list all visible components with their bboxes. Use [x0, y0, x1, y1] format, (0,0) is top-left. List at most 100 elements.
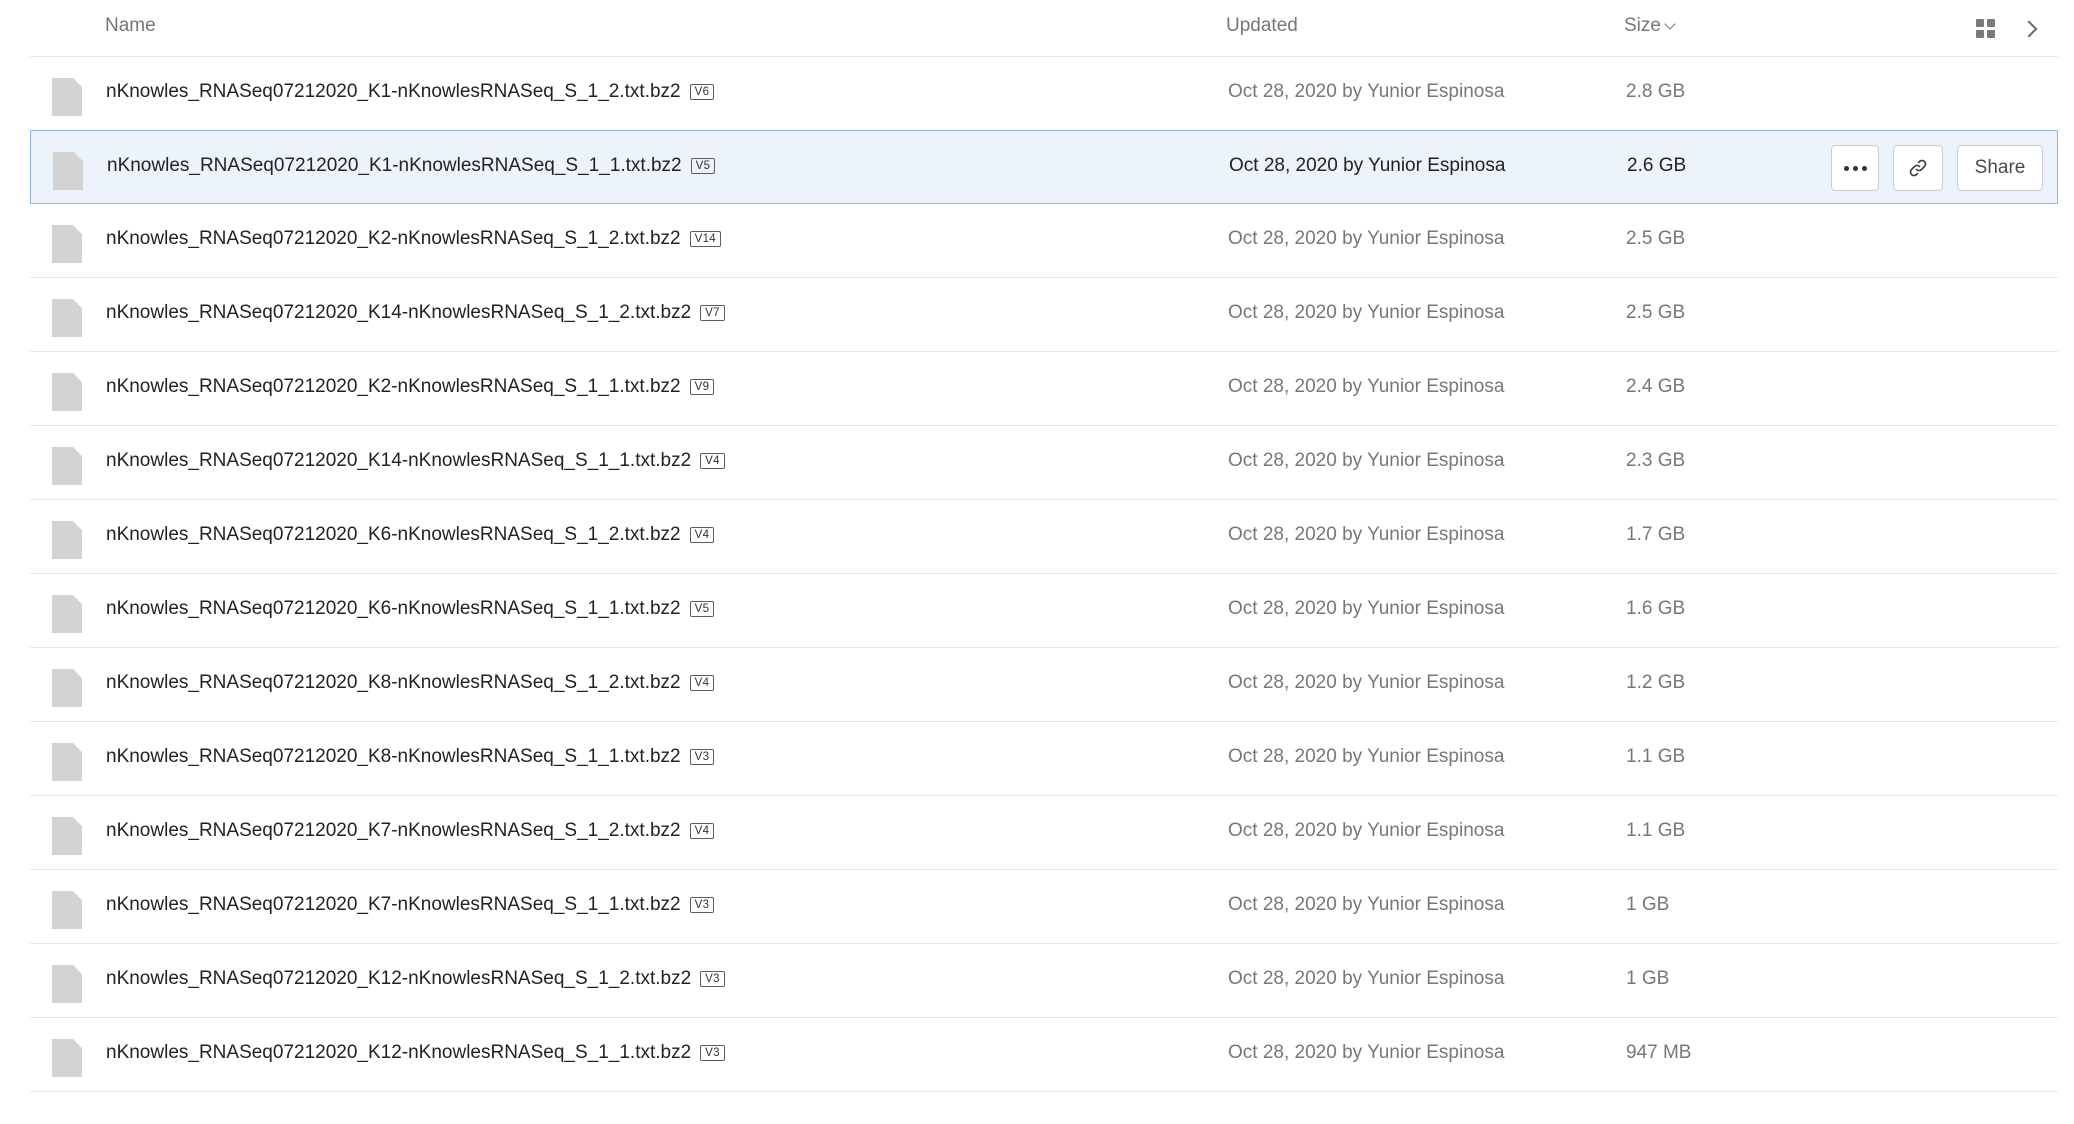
shared-link-button[interactable] — [1893, 145, 1943, 191]
table-row[interactable]: nKnowles_RNASeq07212020_K1-nKnowlesRNASe… — [30, 130, 2058, 204]
updated-text: Oct 28, 2020 by Yunior Espinosa — [1228, 598, 1505, 619]
table-row[interactable]: nKnowles_RNASeq07212020_K14-nKnowlesRNAS… — [30, 278, 2058, 352]
file-name: nKnowles_RNASeq07212020_K12-nKnowlesRNAS… — [106, 968, 692, 989]
updated-text: Oct 28, 2020 by Yunior Espinosa — [1228, 894, 1505, 915]
table-row[interactable]: nKnowles_RNASeq07212020_K8-nKnowlesRNASe… — [30, 648, 2058, 722]
file-name-link[interactable]: nKnowles_RNASeq07212020_K12-nKnowlesRNAS… — [106, 1042, 725, 1064]
version-badge[interactable]: V4 — [689, 675, 715, 691]
size-text: 2.3 GB — [1626, 450, 1686, 471]
version-badge[interactable]: V7 — [700, 305, 725, 321]
updated-text: Oct 28, 2020 by Yunior Espinosa — [1228, 228, 1505, 249]
column-header-size-label: Size — [1624, 15, 1661, 36]
size-text: 2.8 GB — [1626, 81, 1686, 102]
file-icon — [52, 669, 82, 707]
size-text: 947 MB — [1626, 1042, 1692, 1063]
updated-text: Oct 28, 2020 by Yunior Espinosa — [1228, 450, 1505, 471]
file-name: nKnowles_RNASeq07212020_K2-nKnowlesRNASe… — [106, 376, 681, 397]
file-name: nKnowles_RNASeq07212020_K2-nKnowlesRNASe… — [106, 228, 681, 249]
file-name-link[interactable]: nKnowles_RNASeq07212020_K1-nKnowlesRNASe… — [107, 155, 716, 177]
table-row[interactable]: nKnowles_RNASeq07212020_K2-nKnowlesRNASe… — [30, 204, 2058, 278]
size-text: 1.1 GB — [1626, 820, 1686, 841]
file-icon — [52, 78, 82, 116]
size-text: 1.6 GB — [1626, 598, 1686, 619]
updated-text: Oct 28, 2020 by Yunior Espinosa — [1228, 81, 1505, 102]
file-name-link[interactable]: nKnowles_RNASeq07212020_K1-nKnowlesRNASe… — [106, 81, 715, 103]
table-row[interactable]: nKnowles_RNASeq07212020_K6-nKnowlesRNASe… — [30, 500, 2058, 574]
column-header-name[interactable]: Name — [105, 15, 156, 37]
file-name-link[interactable]: nKnowles_RNASeq07212020_K8-nKnowlesRNASe… — [106, 746, 715, 768]
column-header-size[interactable]: Size — [1624, 15, 1676, 37]
version-badge[interactable]: V4 — [689, 823, 715, 839]
more-options-icon — [1843, 165, 1867, 171]
file-name-link[interactable]: nKnowles_RNASeq07212020_K2-nKnowlesRNASe… — [106, 228, 721, 250]
more-options-button[interactable] — [1831, 145, 1879, 191]
size-text: 1.2 GB — [1626, 672, 1686, 693]
version-badge[interactable]: V3 — [700, 1045, 725, 1061]
file-name: nKnowles_RNASeq07212020_K6-nKnowlesRNASe… — [106, 524, 681, 545]
file-icon — [52, 965, 82, 1003]
file-icon — [52, 743, 82, 781]
table-row[interactable]: nKnowles_RNASeq07212020_K7-nKnowlesRNASe… — [30, 796, 2058, 870]
table-row[interactable]: nKnowles_RNASeq07212020_K7-nKnowlesRNASe… — [30, 870, 2058, 944]
updated-text: Oct 28, 2020 by Yunior Espinosa — [1228, 746, 1505, 767]
table-row[interactable]: nKnowles_RNASeq07212020_K14-nKnowlesRNAS… — [30, 426, 2058, 500]
file-name: nKnowles_RNASeq07212020_K6-nKnowlesRNASe… — [106, 598, 681, 619]
version-badge[interactable]: V3 — [689, 749, 715, 765]
sort-descending-icon — [1664, 18, 1676, 30]
file-icon — [52, 225, 82, 263]
file-list-header: Name Updated Size — [30, 0, 2058, 57]
file-name: nKnowles_RNASeq07212020_K7-nKnowlesRNASe… — [106, 894, 681, 915]
chevron-right-icon[interactable] — [2020, 16, 2044, 40]
file-icon — [53, 152, 83, 190]
table-row[interactable]: nKnowles_RNASeq07212020_K2-nKnowlesRNASe… — [30, 352, 2058, 426]
updated-text: Oct 28, 2020 by Yunior Espinosa — [1228, 672, 1505, 693]
file-icon — [52, 447, 82, 485]
size-text: 2.6 GB — [1627, 155, 1687, 176]
file-icon — [52, 817, 82, 855]
share-button[interactable]: Share — [1957, 145, 2043, 191]
file-name: nKnowles_RNASeq07212020_K14-nKnowlesRNAS… — [106, 450, 692, 471]
file-icon — [52, 299, 82, 337]
grid-view-icon[interactable] — [1976, 19, 1996, 39]
table-row[interactable]: nKnowles_RNASeq07212020_K1-nKnowlesRNASe… — [30, 57, 2058, 131]
column-header-updated[interactable]: Updated — [1226, 15, 1298, 37]
updated-text: Oct 28, 2020 by Yunior Espinosa — [1228, 524, 1505, 545]
version-badge[interactable]: V4 — [689, 527, 715, 543]
file-name-link[interactable]: nKnowles_RNASeq07212020_K8-nKnowlesRNASe… — [106, 672, 715, 694]
version-badge[interactable]: V5 — [690, 158, 716, 174]
file-name-link[interactable]: nKnowles_RNASeq07212020_K2-nKnowlesRNASe… — [106, 376, 715, 398]
file-list: Name Updated Size nKnowles_RNASeq0721202… — [30, 0, 2058, 1092]
file-icon — [52, 891, 82, 929]
file-name-link[interactable]: nKnowles_RNASeq07212020_K12-nKnowlesRNAS… — [106, 968, 725, 990]
table-row[interactable]: nKnowles_RNASeq07212020_K12-nKnowlesRNAS… — [30, 1018, 2058, 1092]
version-badge[interactable]: V9 — [689, 379, 715, 395]
version-badge[interactable]: V3 — [689, 897, 715, 913]
version-badge[interactable]: V5 — [689, 601, 715, 617]
file-name: nKnowles_RNASeq07212020_K14-nKnowlesRNAS… — [106, 302, 692, 323]
file-name-link[interactable]: nKnowles_RNASeq07212020_K7-nKnowlesRNASe… — [106, 894, 715, 916]
table-row[interactable]: nKnowles_RNASeq07212020_K6-nKnowlesRNASe… — [30, 574, 2058, 648]
file-name: nKnowles_RNASeq07212020_K7-nKnowlesRNASe… — [106, 820, 681, 841]
file-name-link[interactable]: nKnowles_RNASeq07212020_K14-nKnowlesRNAS… — [106, 450, 725, 472]
file-name-link[interactable]: nKnowles_RNASeq07212020_K14-nKnowlesRNAS… — [106, 302, 725, 324]
file-name: nKnowles_RNASeq07212020_K12-nKnowlesRNAS… — [106, 1042, 692, 1063]
updated-text: Oct 28, 2020 by Yunior Espinosa — [1228, 968, 1505, 989]
file-name-link[interactable]: nKnowles_RNASeq07212020_K7-nKnowlesRNASe… — [106, 820, 715, 842]
file-name: nKnowles_RNASeq07212020_K8-nKnowlesRNASe… — [106, 746, 681, 767]
size-text: 1 GB — [1626, 968, 1670, 989]
table-row[interactable]: nKnowles_RNASeq07212020_K8-nKnowlesRNASe… — [30, 722, 2058, 796]
size-text: 2.5 GB — [1626, 228, 1686, 249]
file-name: nKnowles_RNASeq07212020_K8-nKnowlesRNASe… — [106, 672, 681, 693]
version-badge[interactable]: V3 — [700, 971, 725, 987]
file-name-link[interactable]: nKnowles_RNASeq07212020_K6-nKnowlesRNASe… — [106, 598, 715, 620]
version-badge[interactable]: V6 — [689, 84, 715, 100]
size-text: 2.4 GB — [1626, 376, 1686, 397]
file-icon — [52, 373, 82, 411]
table-row[interactable]: nKnowles_RNASeq07212020_K12-nKnowlesRNAS… — [30, 944, 2058, 1018]
version-badge[interactable]: V14 — [689, 231, 721, 247]
file-icon — [52, 1039, 82, 1077]
file-name-link[interactable]: nKnowles_RNASeq07212020_K6-nKnowlesRNASe… — [106, 524, 715, 546]
updated-text: Oct 28, 2020 by Yunior Espinosa — [1228, 1042, 1505, 1063]
updated-text: Oct 28, 2020 by Yunior Espinosa — [1228, 376, 1505, 397]
version-badge[interactable]: V4 — [700, 453, 725, 469]
